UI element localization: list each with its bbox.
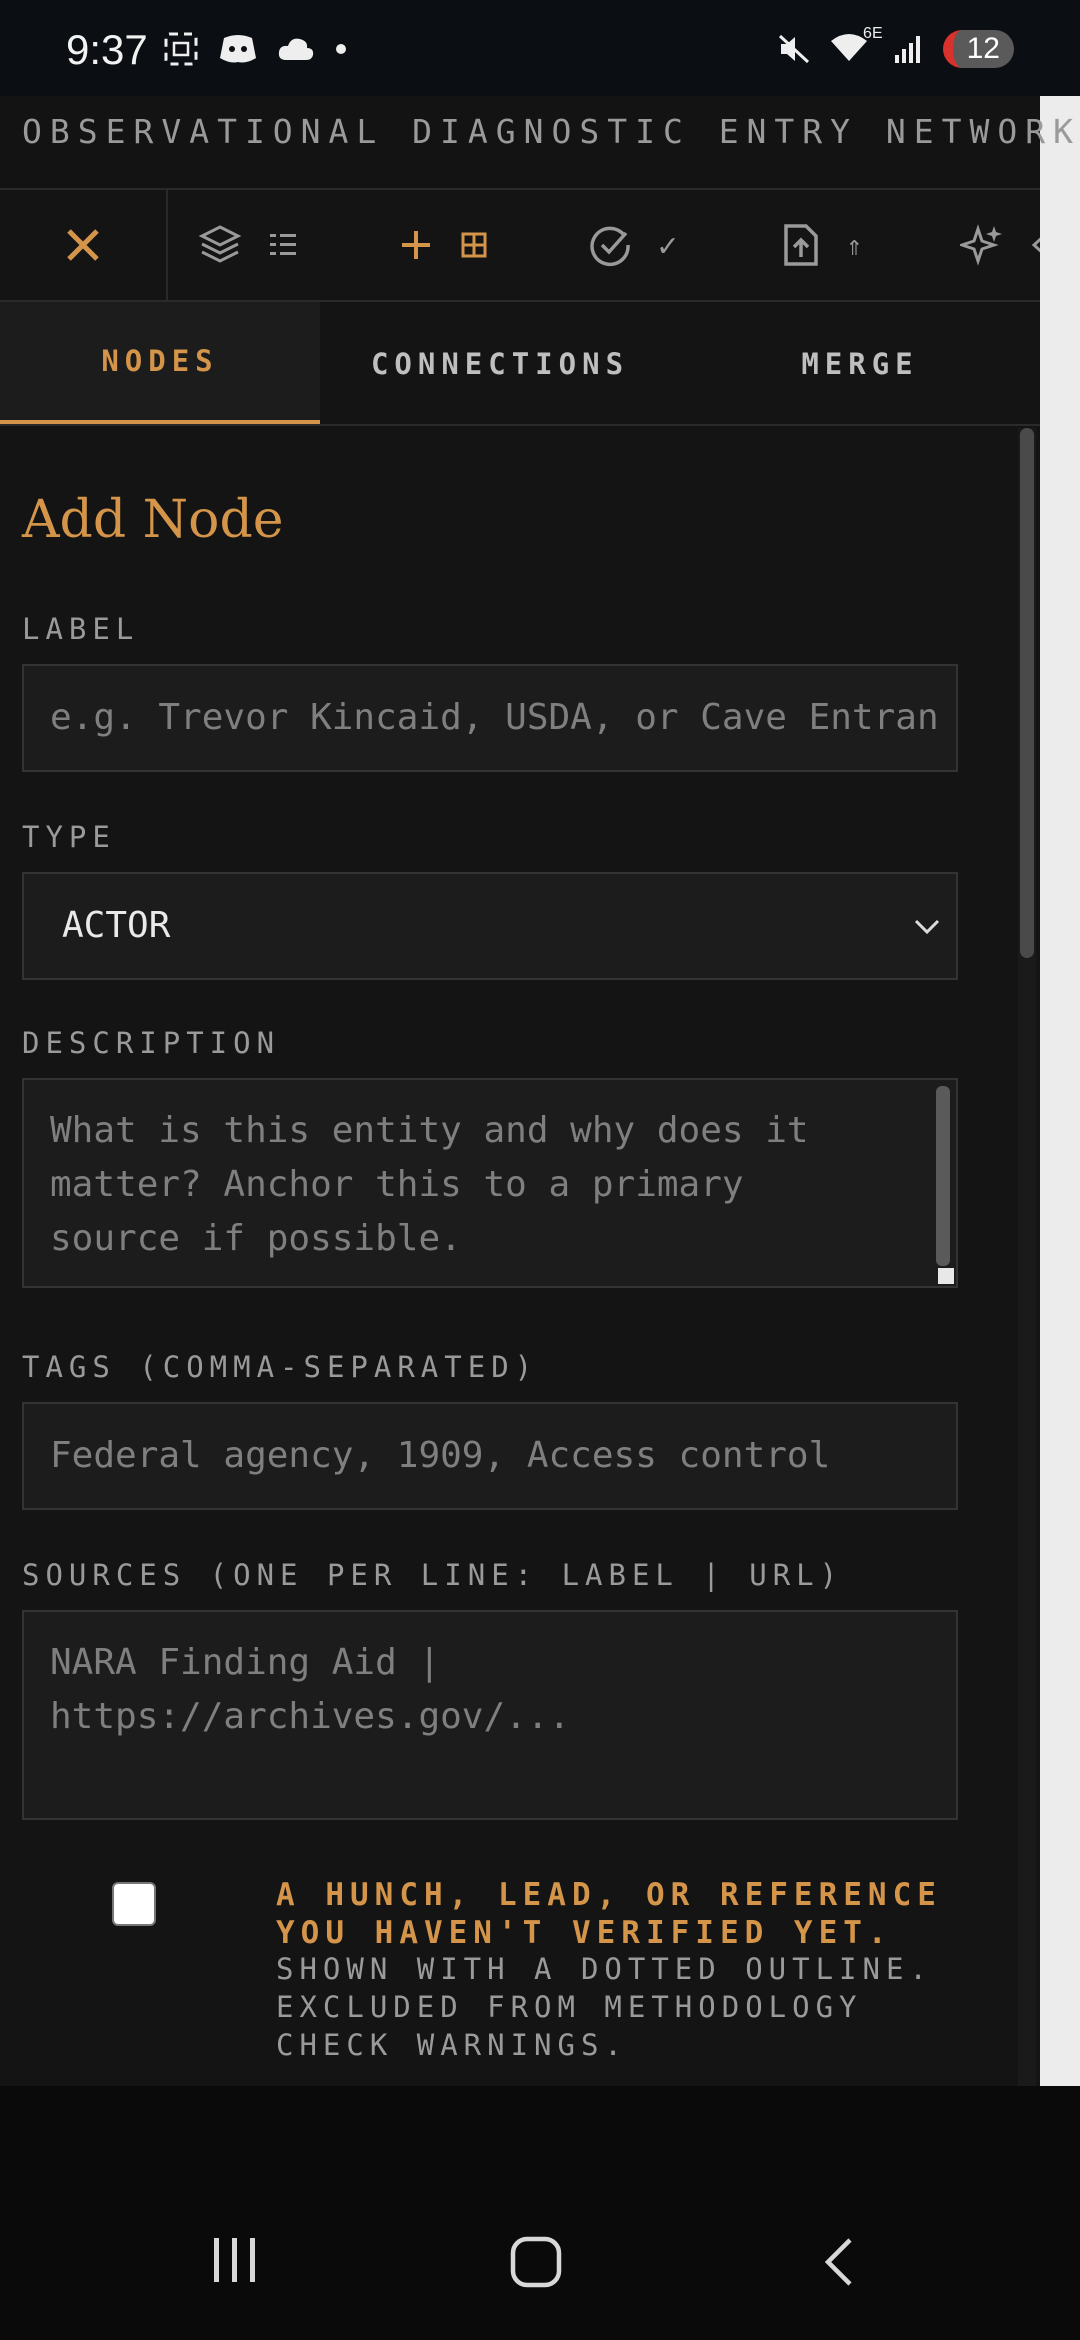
discord-icon <box>220 35 256 63</box>
type-select[interactable]: ACTOR <box>22 872 958 980</box>
sources-field-label: SOURCES (ONE PER LINE: LABEL | URL) <box>22 1558 844 1592</box>
tab-nodes[interactable]: NODES <box>0 302 320 426</box>
tags-field-label: TAGS (COMMA-SEPARATED) <box>22 1350 539 1384</box>
status-system-icons: 6E 12 <box>777 25 1014 68</box>
layers-icon <box>198 225 242 263</box>
status-time: 9:37 <box>66 26 148 73</box>
check-glyph: ✓ <box>658 226 678 264</box>
recent-apps-button[interactable] <box>212 2236 258 2284</box>
home-button[interactable] <box>510 2236 562 2288</box>
close-button[interactable] <box>0 190 168 300</box>
textarea-scrollbar[interactable] <box>936 1086 950 1266</box>
wifi-icon: 6E <box>829 25 883 67</box>
app-title: OBSERVATIONAL DIAGNOSTIC ENTRY NETWORK <box>22 112 1080 151</box>
label-field-label: LABEL <box>22 612 140 646</box>
page-edge-strip <box>1040 96 1080 2086</box>
form-title: Add Node <box>22 490 284 550</box>
validate-button[interactable]: ✓ <box>588 190 677 300</box>
plus-icon <box>402 231 430 259</box>
tags-input[interactable]: Federal agency, 1909, Access control <box>22 1402 958 1510</box>
unverified-title: A HUNCH, LEAD, OR REFERENCE YOU HAVEN'T … <box>276 1877 942 1951</box>
mute-icon <box>778 34 809 64</box>
close-icon <box>67 229 99 261</box>
unverified-checkbox[interactable] <box>112 1882 156 1926</box>
toolbar: ✓ ⇑ <box>0 190 1040 300</box>
export-button[interactable]: ⇑ <box>780 190 863 300</box>
label-input[interactable]: e.g. Trevor Kincaid, USDA, or Cave Entra… <box>22 664 958 772</box>
description-placeholder: What is this entity and why does it matt… <box>50 1110 809 1259</box>
form-scrollbar[interactable] <box>1018 428 1036 2086</box>
description-textarea[interactable]: What is this entity and why does it matt… <box>22 1078 958 1288</box>
tab-bar: NODES CONNECTIONS MERGE <box>0 302 1040 426</box>
network-type: 6E <box>863 25 883 42</box>
check-circle-icon <box>590 226 630 267</box>
type-select-value: ACTOR <box>62 905 171 946</box>
export-glyph: ⇑ <box>846 228 863 262</box>
battery-badge: 12 <box>942 30 1014 68</box>
sources-placeholder: NARA Finding Aid | https://archives.gov/… <box>50 1642 571 1737</box>
bottom-area <box>0 2086 1080 2340</box>
file-upload-icon <box>784 224 818 266</box>
tab-connections[interactable]: CONNECTIONS <box>320 302 680 426</box>
type-field-label: TYPE <box>22 820 116 854</box>
resize-handle[interactable] <box>938 1268 954 1284</box>
ai-button[interactable] <box>960 190 1040 300</box>
grid-icon <box>461 232 487 258</box>
dot-icon <box>336 44 346 54</box>
screenshot-icon <box>164 32 198 66</box>
chevron-down-icon <box>914 919 940 935</box>
sources-textarea[interactable]: NARA Finding Aid | https://archives.gov/… <box>22 1610 958 1820</box>
description-field-label: DESCRIPTION <box>22 1026 281 1060</box>
status-notification-icons <box>162 30 348 68</box>
status-bar: 9:37 6E 12 <box>0 0 1080 96</box>
chevron-left-icon <box>1031 237 1040 253</box>
back-button[interactable] <box>820 2236 856 2288</box>
sparkle-icon <box>960 224 1002 266</box>
cloud-icon <box>278 38 314 60</box>
signal-icon <box>894 36 920 63</box>
list-icon <box>270 234 296 255</box>
scrollbar-thumb[interactable] <box>1020 428 1034 958</box>
layers-button[interactable] <box>198 190 298 300</box>
tab-merge[interactable]: MERGE <box>680 302 1040 426</box>
add-button[interactable] <box>398 190 488 300</box>
unverified-description: SHOWN WITH A DOTTED OUTLINE. EXCLUDED FR… <box>276 1952 933 2062</box>
